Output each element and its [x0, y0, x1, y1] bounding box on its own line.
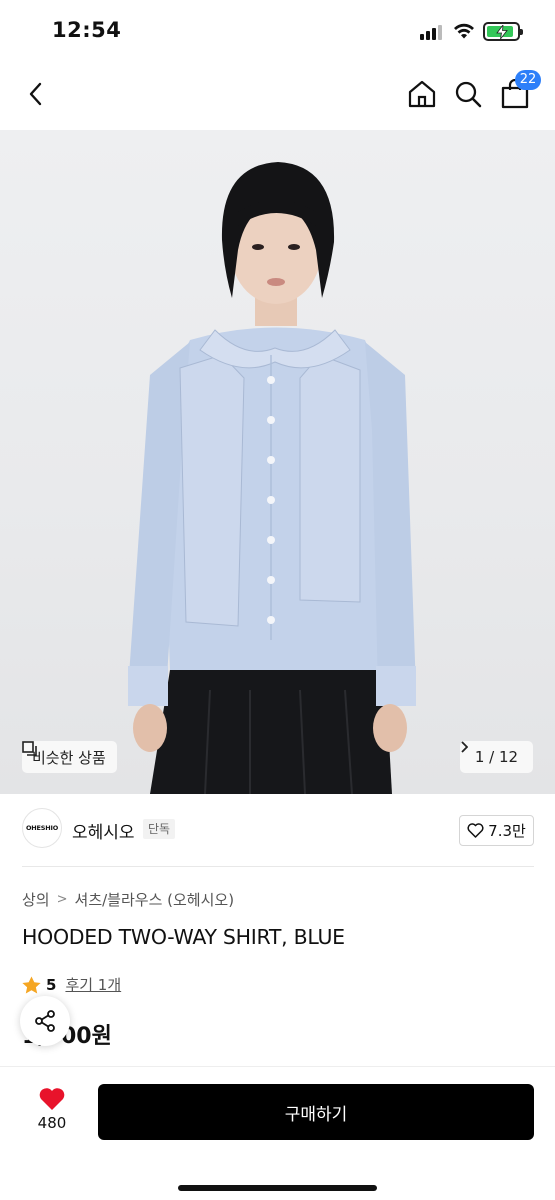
share-icon	[35, 1010, 55, 1032]
cart-count-badge: 22	[515, 70, 541, 90]
wifi-icon	[454, 23, 474, 39]
battery-icon	[483, 22, 523, 41]
home-button[interactable]	[402, 74, 442, 114]
back-icon	[29, 82, 42, 106]
heart-filled-icon	[39, 1088, 65, 1110]
brand-name[interactable]: 오헤시오	[72, 818, 135, 843]
brand-row: OHESHIO 오헤시오 단독 7.3만	[0, 808, 555, 852]
divider	[22, 866, 534, 867]
chevron-right-icon	[461, 741, 468, 753]
review-link[interactable]: 후기 1개	[65, 974, 121, 995]
image-page-indicator[interactable]: 1 / 12	[460, 741, 533, 773]
home-icon	[408, 80, 436, 108]
brand-logo[interactable]: OHESHIO	[22, 808, 62, 848]
status-bar: 12:54	[0, 0, 555, 62]
product-image-carousel[interactable]: 비슷한 상품 1 / 12	[0, 130, 555, 794]
search-icon	[455, 81, 482, 108]
buy-button[interactable]: 구매하기	[98, 1084, 534, 1140]
cellular-signal-icon	[420, 24, 446, 40]
breadcrumb-category[interactable]: 상의	[22, 889, 50, 910]
similar-items-icon	[22, 741, 37, 756]
status-time: 12:54	[52, 18, 122, 42]
wishlist-button[interactable]: 480	[30, 1087, 74, 1139]
exclusive-badge: 단독	[143, 819, 176, 839]
brand-like-button[interactable]: 7.3만	[459, 815, 534, 846]
wishlist-count: 480	[37, 1114, 67, 1132]
star-icon	[22, 976, 41, 993]
heart-outline-icon	[467, 823, 484, 838]
brand-logo-text: OHESHIO	[25, 824, 59, 832]
category-breadcrumb: 상의 > 셔츠/블라우스 (오헤시오)	[22, 889, 234, 910]
rating-score: 5	[46, 975, 57, 994]
product-title: HOODED TWO-WAY SHIRT, BLUE	[22, 925, 345, 949]
search-button[interactable]	[448, 74, 488, 114]
rating-row: 5 후기 1개	[22, 974, 121, 995]
brand-like-count: 7.3만	[488, 822, 526, 840]
share-button[interactable]	[20, 996, 70, 1046]
home-indicator	[178, 1185, 377, 1191]
bottom-action-bar: 480 구매하기	[0, 1066, 555, 1200]
breadcrumb-subcategory[interactable]: 셔츠/블라우스 (오헤시오)	[75, 889, 235, 910]
similar-products-label: 비슷한 상품	[32, 748, 106, 767]
top-navigation: 22	[0, 62, 555, 130]
similar-products-button[interactable]: 비슷한 상품	[22, 741, 117, 773]
breadcrumb-separator-icon: >	[56, 892, 68, 907]
product-photo	[128, 162, 416, 794]
cart-button[interactable]: 22	[495, 70, 541, 114]
back-button[interactable]	[17, 74, 57, 114]
image-page-text: 1 / 12	[474, 748, 519, 766]
